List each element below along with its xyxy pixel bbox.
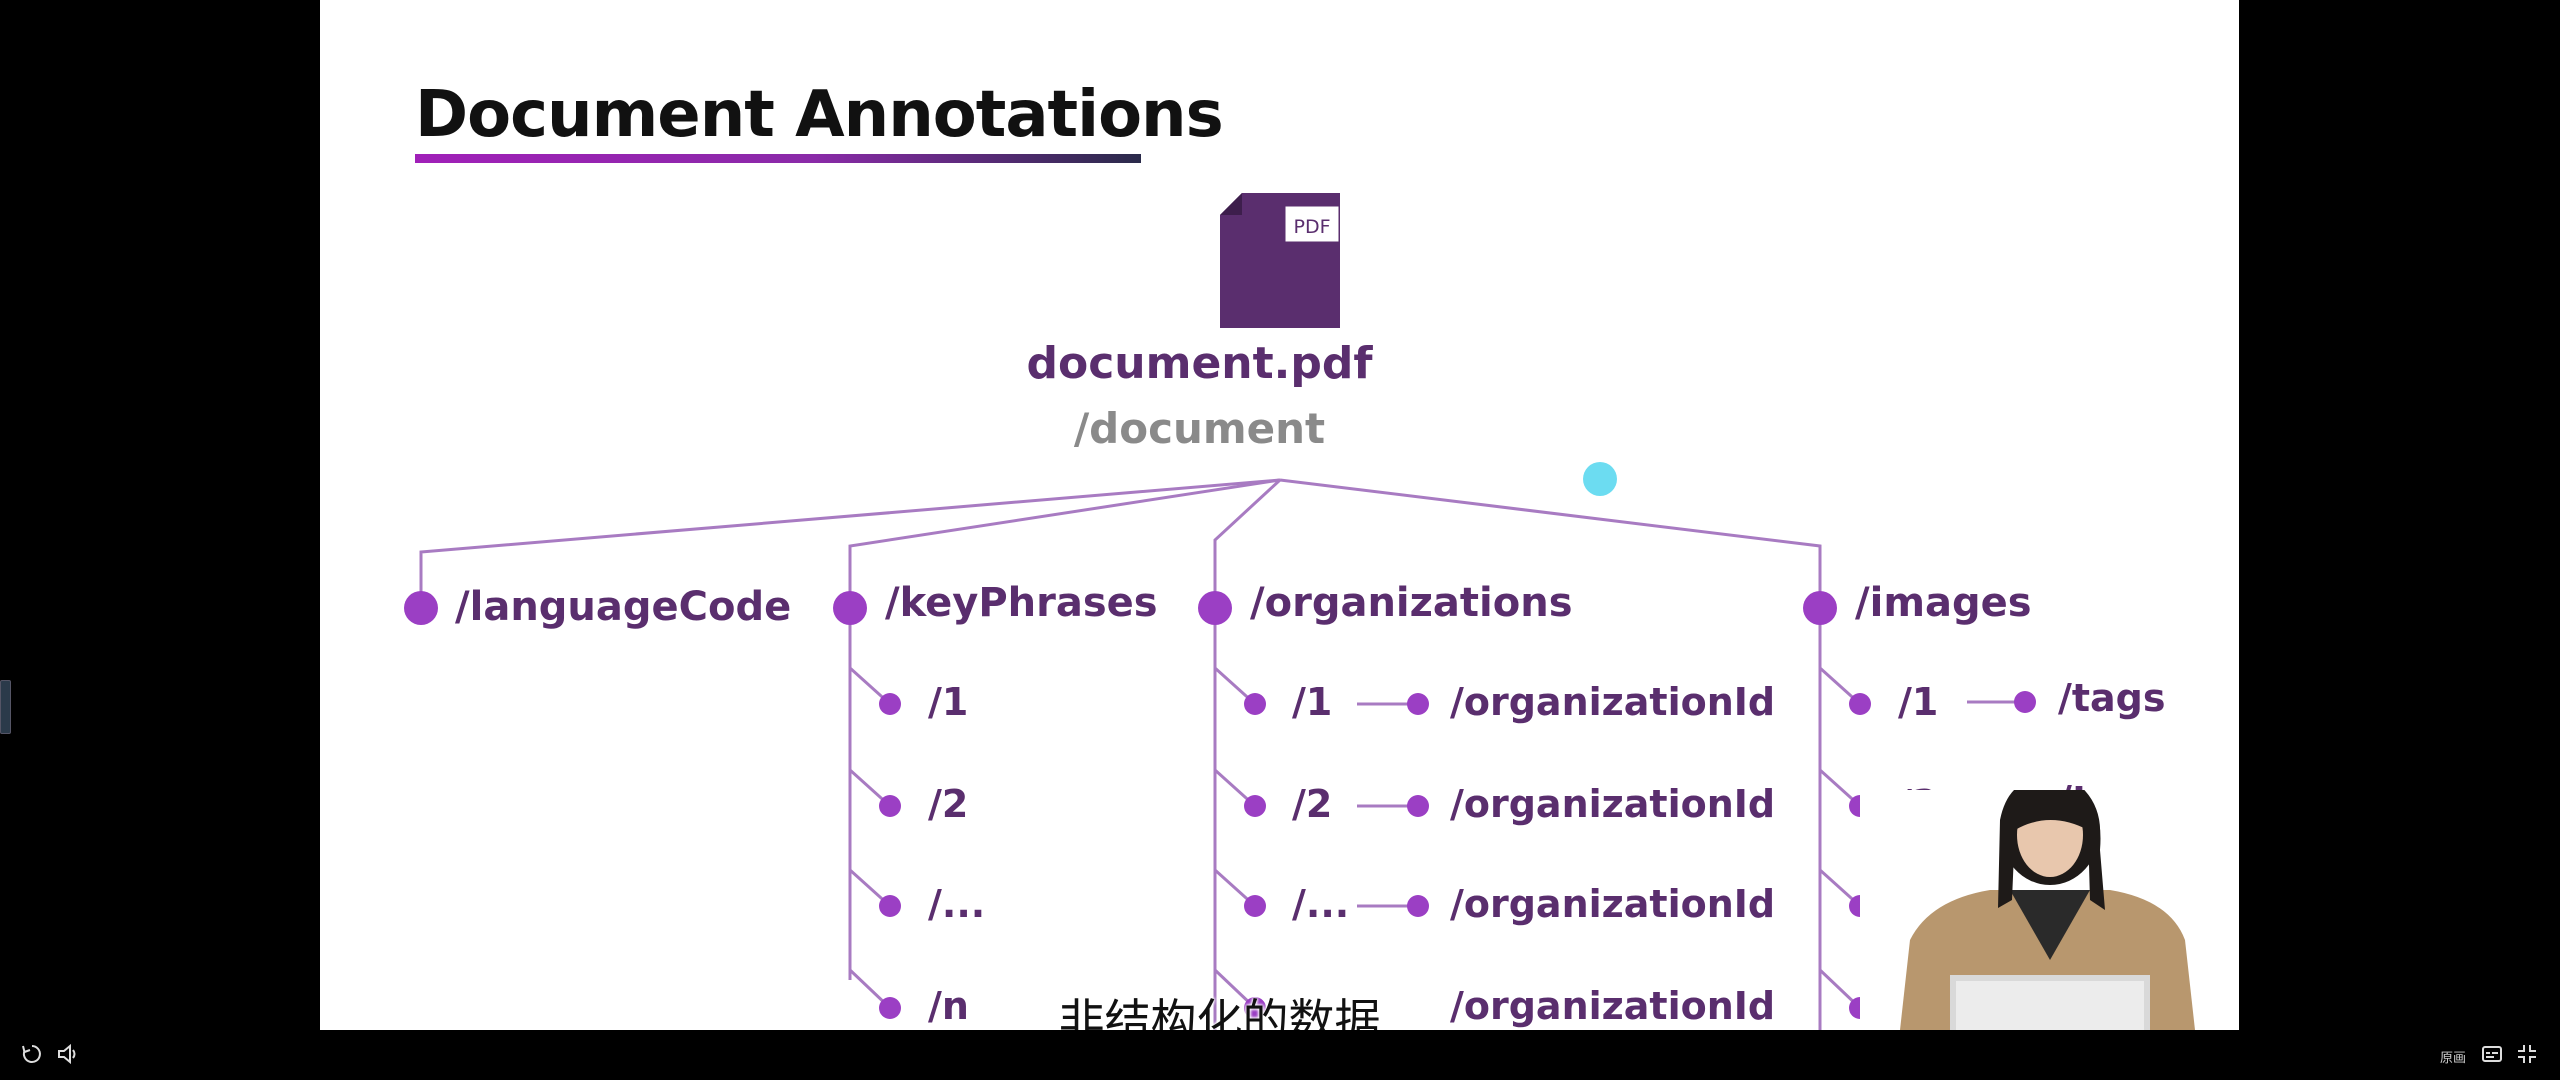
quality-button[interactable]: 原画 [2440, 1047, 2466, 1066]
player-controls: 原画 [0, 1030, 2560, 1080]
slide: Document Annotations PDF document.pdf /d… [320, 0, 2239, 1030]
node-dot-languagecode [404, 591, 438, 625]
keyphrases-item: /2 [928, 782, 969, 826]
label-keyphrases: /keyPhrases [885, 580, 1158, 626]
tags-label: /tags [2058, 676, 2166, 720]
organizations-item: /1 [1292, 680, 1333, 724]
organizations-item: /2 [1292, 782, 1333, 826]
label-images: /images [1855, 580, 2032, 626]
keyphrases-item: /... [928, 882, 986, 926]
side-panel-handle[interactable] [0, 680, 11, 734]
volume-icon[interactable] [56, 1042, 82, 1066]
label-languagecode: /languageCode [455, 584, 792, 630]
label-organizations: /organizations [1250, 580, 1573, 626]
subtitles-icon[interactable] [2480, 1042, 2504, 1066]
node-dot-keyphrases [833, 591, 867, 625]
organizations-item: /... [1292, 882, 1350, 926]
pointer-highlight [1583, 462, 1617, 496]
organization-id-label: /organizationId [1450, 882, 1776, 926]
presenter-video [1860, 790, 2239, 1030]
keyphrases-item: /1 [928, 680, 969, 724]
node-dot-images [1803, 591, 1837, 625]
organization-id-label: /organizationId [1450, 782, 1776, 826]
replay-icon[interactable] [20, 1042, 44, 1066]
node-dot-organizations [1198, 591, 1232, 625]
images-item: /1 [1898, 680, 1939, 724]
exit-fullscreen-icon[interactable] [2515, 1042, 2539, 1066]
organization-id-label: /organizationId [1450, 680, 1776, 724]
